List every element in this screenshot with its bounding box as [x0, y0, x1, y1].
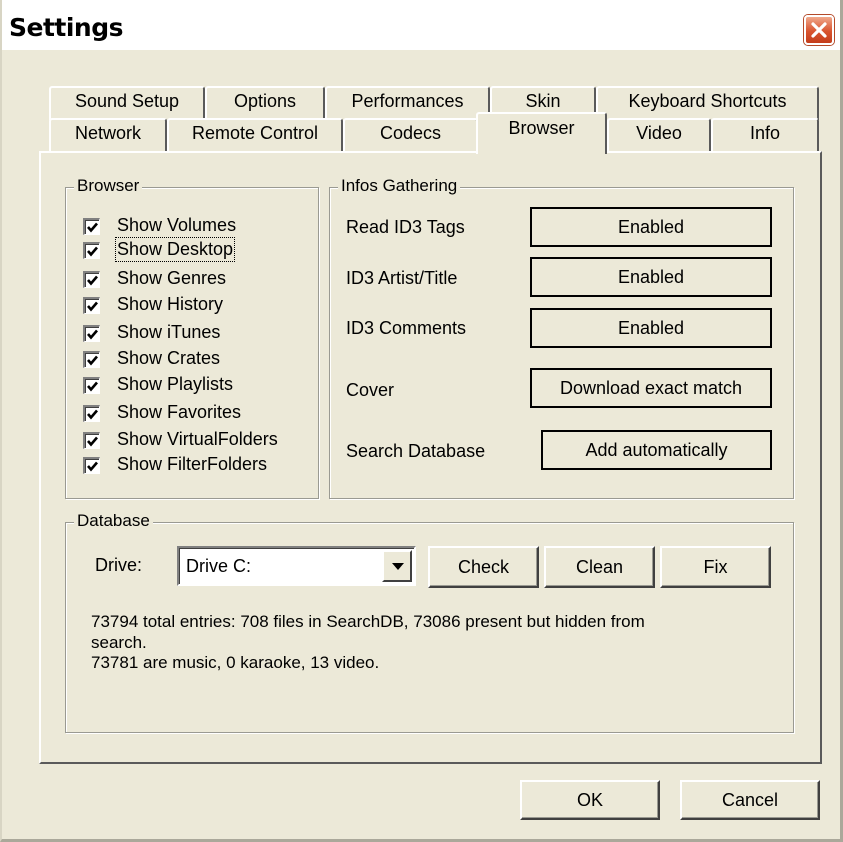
dropdown-arrow-icon: [392, 563, 404, 570]
tab-browser[interactable]: Browser: [476, 112, 607, 154]
checkbox[interactable]: [83, 242, 100, 259]
cover-button[interactable]: Download exact match: [530, 368, 772, 408]
checkbox-label: Show VirtualFolders: [117, 429, 278, 449]
read-id3-tags-button[interactable]: Enabled: [530, 207, 772, 247]
tab-label: Options: [233, 91, 297, 111]
database-summary-line: 73781 are music, 0 karaoke, 13 video.: [91, 653, 380, 672]
browser-group-legend: Browser: [74, 176, 143, 196]
window-title: Settings: [9, 13, 124, 42]
checkbox-label: Show FilterFolders: [117, 454, 268, 474]
tab-label: Performances: [351, 91, 464, 111]
tab-label: Network: [74, 123, 141, 143]
tab-sound-setup[interactable]: Sound Setup: [49, 86, 205, 120]
checkmark-icon: [87, 436, 98, 447]
checkbox[interactable]: [83, 351, 100, 368]
tab-info[interactable]: Info: [711, 118, 819, 154]
checkbox[interactable]: [83, 405, 100, 422]
database-summary-line: search.: [91, 633, 147, 652]
checkmark-icon: [87, 381, 98, 392]
tab-label: Browser: [508, 118, 575, 138]
id3-artist-title-label: ID3 Artist/Title: [346, 268, 458, 288]
checkbox[interactable]: [83, 377, 100, 394]
checkmark-icon: [87, 409, 98, 420]
checkbox-label: Show Favorites: [117, 402, 242, 422]
id3-comments-label: ID3 Comments: [346, 318, 467, 338]
checkbox-label: Show Crates: [117, 348, 221, 368]
checkbox[interactable]: [83, 297, 100, 314]
id3-comments-button[interactable]: Enabled: [530, 308, 772, 348]
read-id3-tags-label: Read ID3 Tags: [346, 217, 465, 237]
checkbox[interactable]: [83, 457, 100, 474]
checkbox[interactable]: [83, 218, 100, 235]
checkmark-icon: [87, 222, 98, 233]
database-group-legend: Database: [74, 511, 153, 531]
infos-gathering-legend: Infos Gathering: [338, 176, 461, 196]
tab-label: Remote Control: [191, 123, 319, 143]
fix-button[interactable]: Fix: [660, 546, 771, 588]
tab-label: Skin: [525, 91, 561, 111]
tab-video[interactable]: Video: [607, 118, 711, 154]
title-bar: Settings: [2, 0, 840, 50]
tab-label: Keyboard Shortcuts: [628, 91, 787, 111]
checkmark-icon: [87, 275, 98, 286]
checkbox-label: Show Volumes: [117, 215, 237, 235]
clean-button[interactable]: Clean: [544, 546, 655, 588]
checkbox[interactable]: [83, 432, 100, 449]
settings-window: Settings Sound Setup Options Performance…: [0, 0, 843, 842]
cancel-button[interactable]: Cancel: [680, 780, 820, 820]
search-database-button[interactable]: Add automatically: [541, 430, 772, 470]
database-summary-line: 73794 total entries: 708 files in Search…: [91, 612, 645, 631]
checkbox-label: Show Genres: [117, 268, 227, 288]
checkmark-icon: [87, 461, 98, 472]
drive-select-value: Drive C:: [186, 556, 252, 576]
tab-options[interactable]: Options: [205, 86, 325, 120]
tab-performances[interactable]: Performances: [325, 86, 490, 120]
close-icon: [811, 22, 827, 38]
checkmark-icon: [87, 355, 98, 366]
close-button[interactable]: [804, 15, 834, 45]
checkbox-label: Show Desktop: [114, 237, 236, 262]
checkbox-label: Show Playlists: [117, 374, 234, 394]
checkbox-label: Show History: [117, 294, 224, 314]
tab-codecs[interactable]: Codecs: [343, 118, 478, 154]
id3-artist-title-button[interactable]: Enabled: [530, 257, 772, 297]
tab-label: Video: [636, 123, 682, 143]
tab-label: Info: [749, 123, 781, 143]
tab-keyboard-shortcuts[interactable]: Keyboard Shortcuts: [596, 86, 819, 120]
checkbox[interactable]: [83, 271, 100, 288]
search-database-label: Search Database: [346, 441, 486, 461]
tab-label: Codecs: [379, 123, 442, 143]
tab-label: Sound Setup: [74, 91, 180, 111]
ok-button[interactable]: OK: [520, 780, 660, 820]
checkbox[interactable]: [83, 325, 100, 342]
tab-network[interactable]: Network: [49, 118, 167, 154]
tab-remote-control[interactable]: Remote Control: [167, 118, 343, 154]
check-button[interactable]: Check: [428, 546, 539, 588]
checkbox-label: Show iTunes: [117, 322, 221, 342]
cover-label: Cover: [346, 380, 395, 400]
drive-label: Drive:: [95, 555, 143, 575]
checkmark-icon: [87, 246, 98, 257]
checkmark-icon: [87, 301, 98, 312]
drive-select[interactable]: Drive C:: [177, 546, 416, 586]
drive-select-arrow[interactable]: [382, 550, 412, 582]
checkmark-icon: [87, 329, 98, 340]
